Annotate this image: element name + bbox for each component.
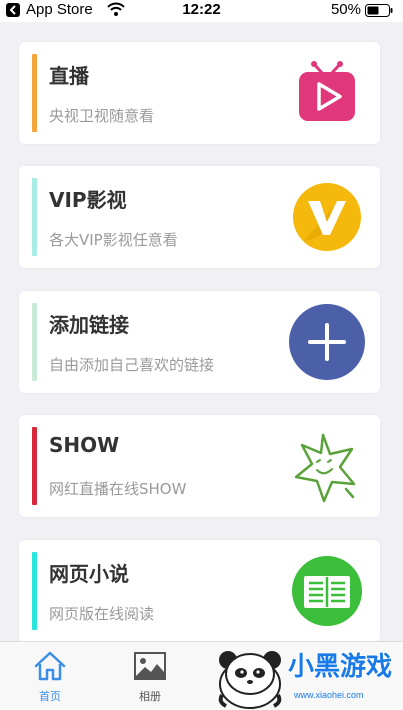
card-add-link[interactable]: 添加链接 自由添加自己喜欢的链接 xyxy=(19,291,380,393)
battery-icon xyxy=(365,4,393,21)
tab-label: 首页 xyxy=(39,690,61,703)
card-live[interactable]: 直播 央视卫视随意看 xyxy=(19,42,380,144)
card-title: VIP影视 xyxy=(49,188,127,212)
card-accent-bar xyxy=(32,552,37,630)
status-bar: App Store 12:22 50% xyxy=(0,0,403,22)
card-title: 网页小说 xyxy=(49,562,129,586)
card-subtitle: 央视卫视随意看 xyxy=(49,107,155,125)
card-accent-bar xyxy=(32,178,37,256)
card-accent-bar xyxy=(32,427,37,505)
watermark-url: www.xiaohei.com xyxy=(294,690,364,700)
card-subtitle: 网页版在线阅读 xyxy=(49,605,155,623)
vip-v-icon xyxy=(288,178,366,256)
tab-home[interactable]: 首页 xyxy=(0,642,100,710)
card-accent-bar xyxy=(32,303,37,381)
card-accent-bar xyxy=(32,54,37,132)
watermark-brand: 小黑游戏 xyxy=(288,652,393,682)
card-subtitle: 网红直播在线SHOW xyxy=(49,480,187,498)
tab-album[interactable]: 相册 xyxy=(100,642,200,710)
card-subtitle: 自由添加自己喜欢的链接 xyxy=(49,356,215,374)
card-title: SHOW xyxy=(49,433,120,457)
panda-mascot-icon xyxy=(218,651,282,709)
card-subtitle: 各大VIP影视任意看 xyxy=(49,231,178,249)
card-title: 添加链接 xyxy=(49,313,129,337)
card-web-novel[interactable]: 网页小说 网页版在线阅读 xyxy=(19,540,380,641)
book-icon xyxy=(288,552,366,630)
card-title: 直播 xyxy=(49,64,89,88)
feature-list: 直播 央视卫视随意看 VIP影视 各大VIP影视任意看 添加链接 自由添加自己喜… xyxy=(0,22,403,641)
battery-percent: 50% xyxy=(330,1,361,18)
plus-circle-icon xyxy=(288,303,366,381)
tab-label: 相册 xyxy=(139,690,161,703)
watermark-logo: 小黑游戏 www.xiaohei.com xyxy=(210,640,403,709)
star-smile-icon xyxy=(288,427,366,505)
card-show[interactable]: SHOW 网红直播在线SHOW xyxy=(19,415,380,517)
card-vip-video[interactable]: VIP影视 各大VIP影视任意看 xyxy=(19,166,380,268)
album-icon xyxy=(133,650,167,682)
tv-play-icon xyxy=(288,54,366,132)
home-icon xyxy=(33,650,67,682)
